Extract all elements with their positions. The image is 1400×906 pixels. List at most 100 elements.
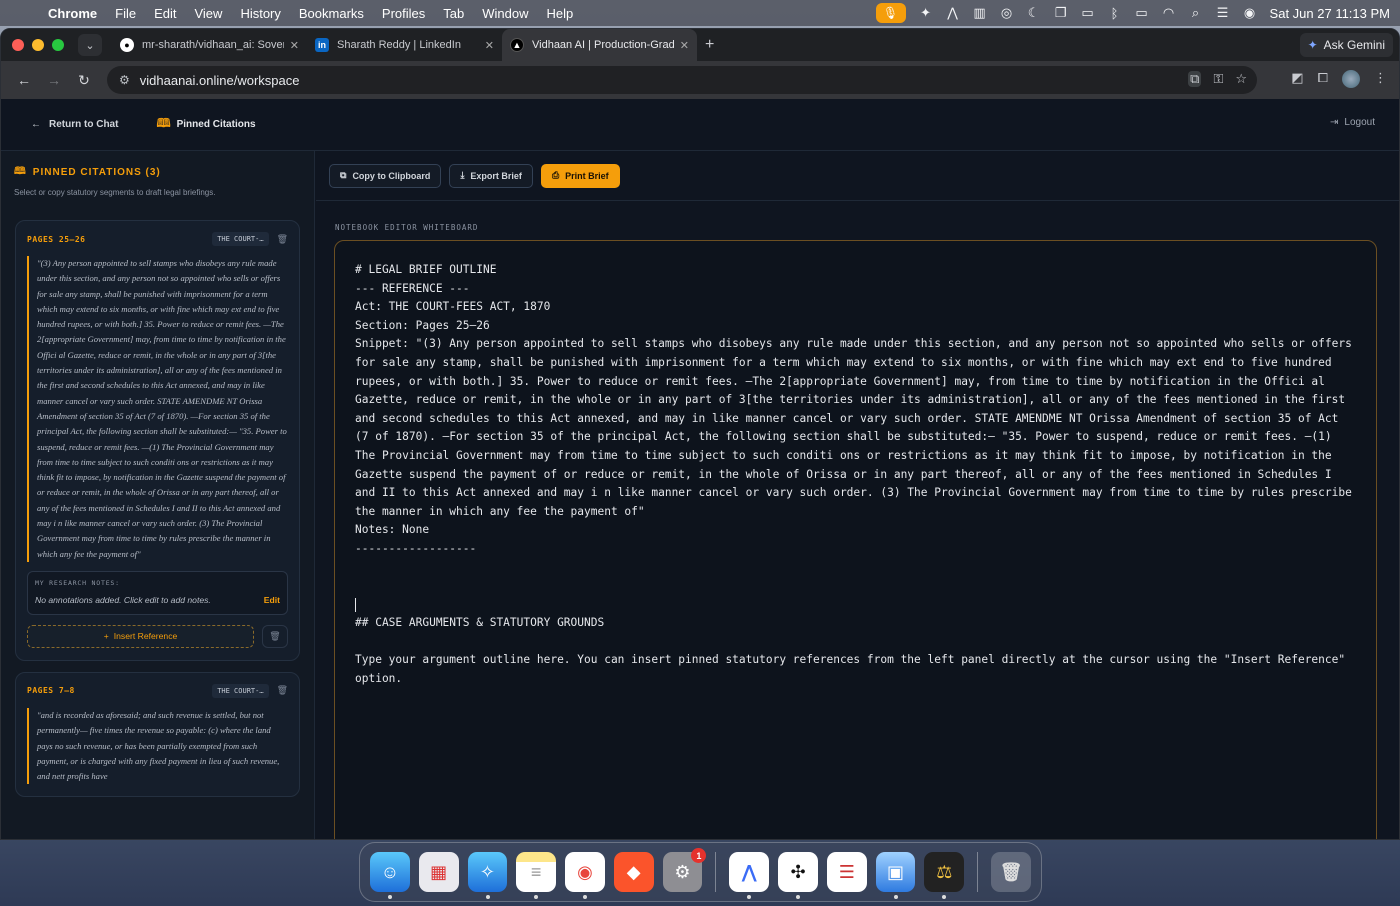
arc-menubar-icon[interactable]: ⋀	[946, 5, 960, 21]
terminal-icon[interactable]: ⚖	[924, 852, 965, 899]
url-text[interactable]: vidhaanai.online/workspace	[140, 73, 300, 88]
return-to-chat-button[interactable]: ← Return to Chat	[31, 119, 118, 130]
profile-avatar[interactable]	[1342, 70, 1360, 88]
close-tab-icon[interactable]: ✕	[485, 39, 494, 52]
airplay-icon[interactable]: ◎	[1000, 5, 1014, 21]
menu-profiles[interactable]: Profiles	[382, 6, 425, 21]
macos-menubar: Chrome File Edit View History Bookmarks …	[0, 0, 1400, 26]
editor-content[interactable]: # LEGAL BRIEF OUTLINE --- REFERENCE --- …	[355, 261, 1356, 689]
citation-snippet[interactable]: "(3) Any person appointed to sell stamps…	[27, 256, 288, 562]
copy-to-clipboard-button[interactable]: ⧉ Copy to Clipboard	[329, 163, 442, 188]
act-badge: THE COURT-…	[212, 683, 269, 698]
tab-title: Vidhaan AI | Production-Grad	[532, 39, 674, 51]
trash-icon[interactable]: 🗑	[277, 234, 288, 245]
tab-linkedin[interactable]: in Sharath Reddy | LinkedIn ✕	[307, 29, 502, 61]
bookmark-star-icon[interactable]: ☆	[1235, 71, 1247, 87]
ask-gemini-button[interactable]: ✦ Ask Gemini	[1299, 33, 1393, 57]
menu-bookmarks[interactable]: Bookmarks	[299, 6, 364, 21]
menu-help[interactable]: Help	[547, 6, 574, 21]
new-tab-icon[interactable]: +	[705, 36, 714, 54]
menu-edit[interactable]: Edit	[154, 6, 176, 21]
display-icon[interactable]: ▭	[1081, 5, 1095, 21]
citation-snippet[interactable]: "and is recorded as aforesaid; and such …	[27, 707, 288, 785]
arc-icon[interactable]: ⋀	[729, 852, 770, 899]
activity-icon[interactable]: ▥	[973, 5, 987, 21]
research-notes-box: MY RESEARCH NOTES: No annotations added.…	[27, 570, 288, 615]
spotlight-search-icon[interactable]: ⌕	[1189, 5, 1203, 21]
menubar-status-area: 🎙 ✦ ⋀ ▥ ◎ ☾ ❐ ▭ ᛒ ▭ ◠ ⌕ ☰ ◉ Sat Jun 27 1…	[875, 0, 1390, 26]
chrome-icon[interactable]: ◉	[565, 852, 605, 899]
minimize-window-button[interactable]	[32, 39, 44, 51]
bluetooth-icon[interactable]: ᛒ	[1108, 6, 1122, 21]
act-badge: THE COURT-…	[212, 232, 269, 246]
puzzle-icon[interactable]: ⧠	[1318, 70, 1328, 88]
editor-toolbar: ⧉ Copy to Clipboard ⤓ Export Brief ⎙ Pri…	[316, 151, 1399, 201]
menu-file[interactable]: File	[115, 6, 136, 21]
notes-icon[interactable]: ≡	[516, 852, 557, 899]
pinned-citations-sidebar: 🕮 PINNED CITATIONS (3) Select or copy st…	[1, 151, 315, 839]
extension-icon[interactable]: ◩	[1291, 70, 1303, 88]
moon-icon[interactable]: ☾	[1027, 5, 1041, 21]
reload-icon[interactable]: ↻	[71, 72, 97, 89]
pinned-citations-tab[interactable]: 🕮 Pinned Citations	[156, 114, 255, 135]
sidebar-title: 🕮 PINNED CITATIONS (3)	[14, 164, 302, 181]
export-brief-button[interactable]: ⤓ Export Brief	[449, 163, 533, 188]
siri-icon[interactable]: ◉	[1243, 5, 1257, 21]
menubar-datetime[interactable]: Sat Jun 27 11:13 PM	[1270, 6, 1390, 21]
system-settings-icon[interactable]: ⚙ 1	[662, 848, 707, 892]
card-pages: PAGES 7–8	[27, 686, 75, 696]
close-tab-icon[interactable]: ✕	[290, 39, 299, 52]
menu-history[interactable]: History	[240, 6, 280, 21]
citation-card[interactable]: PAGES 7–8 THE COURT-… 🗑 "and is recorded…	[15, 671, 300, 798]
kebab-menu-icon[interactable]: ⋮	[1374, 70, 1387, 88]
zoom-window-button[interactable]	[52, 39, 64, 51]
site-info-icon[interactable]: ⚙	[119, 73, 130, 87]
trash-icon[interactable]: 🗑	[991, 852, 1031, 892]
tab-search-chevron-icon[interactable]: ⌄	[78, 34, 102, 56]
menu-app-name[interactable]: Chrome	[48, 6, 97, 21]
address-bar[interactable]: ⚙ vidhaanai.online/workspace ⧉ ⚿ ☆	[107, 66, 1257, 94]
ask-gemini-label: Ask Gemini	[1323, 38, 1385, 52]
brave-icon[interactable]: ◆	[613, 852, 654, 892]
insert-reference-button[interactable]: + Insert Reference	[27, 624, 254, 648]
github-icon: ●	[120, 38, 134, 52]
macos-dock: ☺ ▦ ✧ ≡ ◉ ◆ ⚙ 1 ⋀ ✣ ☰ ▣ ⚖ 🗑	[359, 842, 1042, 902]
return-to-chat-label: Return to Chat	[49, 119, 119, 130]
forward-arrow-icon[interactable]: →	[41, 72, 67, 88]
microphone-icon[interactable]: 🎙	[875, 3, 906, 23]
trash-icon[interactable]: 🗑	[277, 685, 288, 696]
install-app-icon[interactable]: ⧉	[1188, 71, 1202, 87]
close-tab-icon[interactable]: ✕	[680, 39, 689, 52]
notebook-editor-textarea[interactable]: # LEGAL BRIEF OUTLINE --- REFERENCE --- …	[334, 240, 1377, 839]
running-indicator	[747, 895, 752, 899]
window-icon[interactable]: ❐	[1054, 5, 1068, 21]
tab-vidhaan[interactable]: ▲ Vidhaan AI | Production-Grad ✕	[502, 29, 697, 61]
citation-card[interactable]: PAGES 25–26 THE COURT-… 🗑 "(3) Any perso…	[15, 220, 300, 661]
preview-icon[interactable]: ▣	[875, 852, 916, 899]
text-caret	[355, 597, 356, 612]
sparkle-icon[interactable]: ✦	[919, 5, 933, 21]
logout-button[interactable]: ⇥ Logout	[1330, 117, 1375, 128]
edit-notes-button[interactable]: Edit	[264, 595, 280, 605]
notes-label: MY RESEARCH NOTES:	[35, 578, 120, 587]
card-actions: THE COURT-… 🗑	[212, 683, 288, 698]
delete-card-button[interactable]: 🗑	[262, 624, 288, 648]
perplexity-icon[interactable]: ✣	[778, 852, 818, 899]
safari-icon[interactable]: ✧	[467, 852, 508, 899]
editor-text-after-caret: ## CASE ARGUMENTS & STATUTORY GROUNDS Ty…	[355, 616, 1346, 686]
menu-view[interactable]: View	[194, 6, 222, 21]
back-arrow-icon[interactable]: ←	[11, 72, 37, 88]
textedit-icon[interactable]: ☰	[826, 852, 867, 892]
print-brief-button[interactable]: ⎙ Print Brief	[540, 163, 620, 188]
launchpad-icon[interactable]: ▦	[418, 852, 459, 892]
finder-icon[interactable]: ☺	[370, 852, 410, 899]
battery-icon[interactable]: ▭	[1135, 5, 1149, 21]
control-center-icon[interactable]: ☰	[1216, 5, 1230, 21]
menu-window[interactable]: Window	[482, 6, 528, 21]
key-icon[interactable]: ⚿	[1213, 71, 1223, 87]
card-pages: PAGES 25–26	[27, 234, 86, 244]
menu-tab[interactable]: Tab	[443, 6, 464, 21]
wifi-icon[interactable]: ◠	[1162, 5, 1176, 21]
close-window-button[interactable]	[12, 39, 24, 51]
tab-github[interactable]: ● mr-sharath/vidhaan_ai: Sover ✕	[112, 29, 307, 61]
